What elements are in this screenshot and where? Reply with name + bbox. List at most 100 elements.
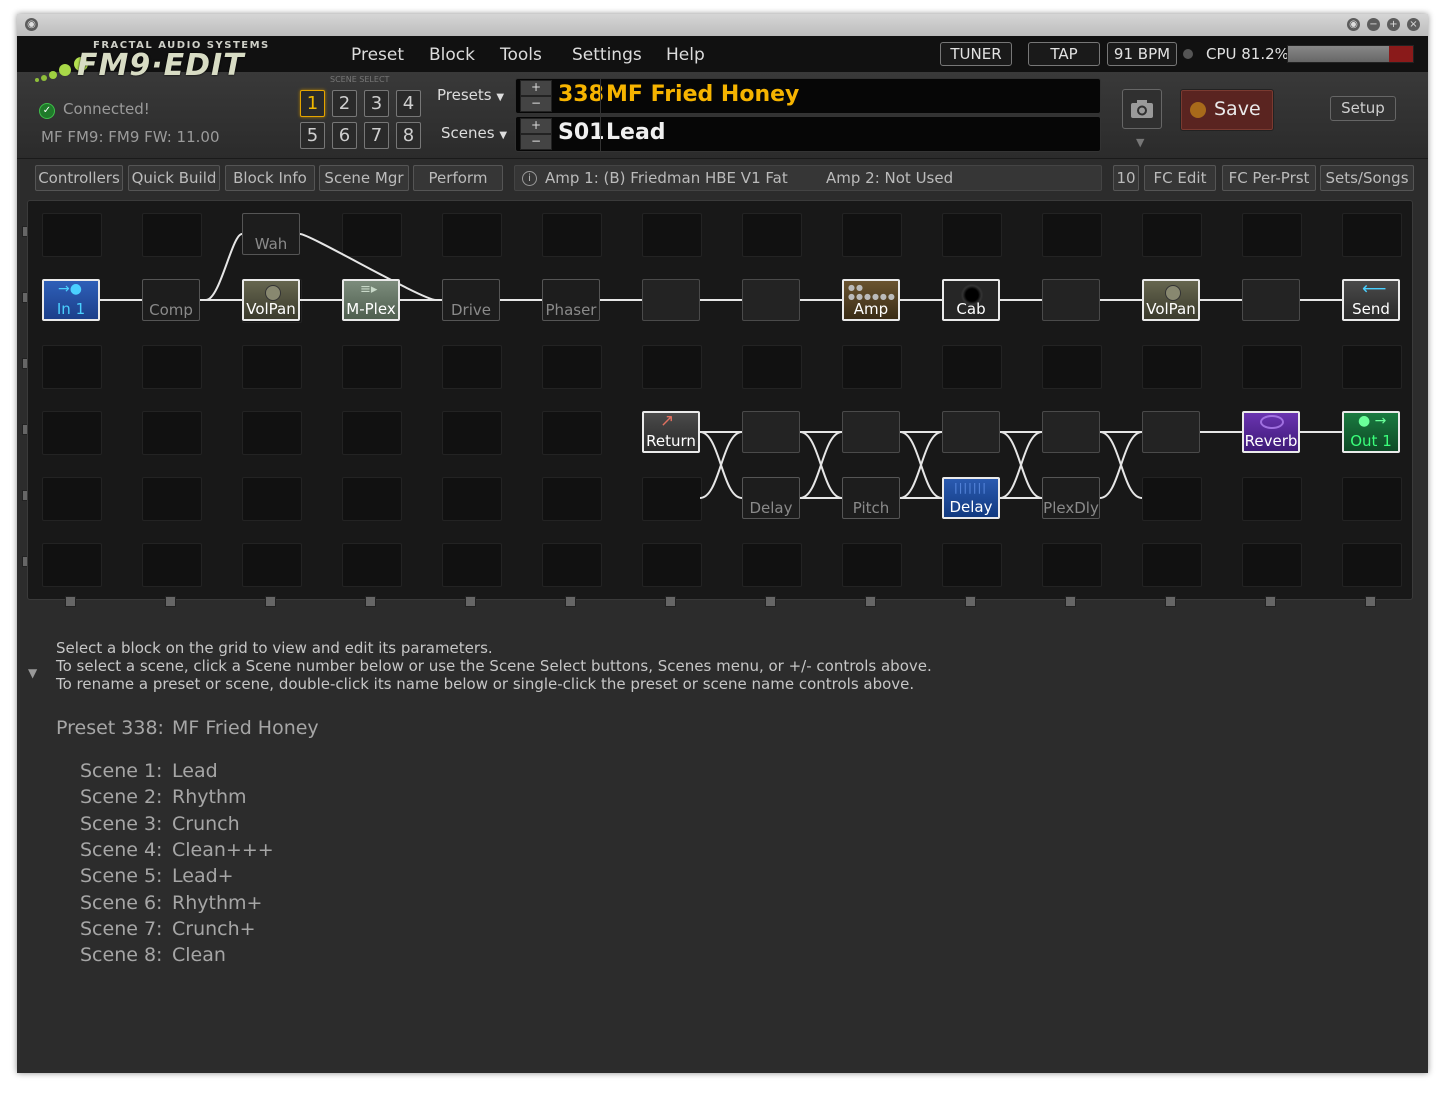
tab-block-info[interactable]: Block Info (225, 165, 315, 191)
scene-list-label[interactable]: Scene 7: (80, 918, 162, 940)
column-handle[interactable] (1165, 596, 1176, 607)
block-delay-2[interactable]: ||||||| Delay (942, 477, 1000, 519)
help-window-icon[interactable]: ◉ (1347, 18, 1360, 31)
shunt-block[interactable] (842, 411, 900, 453)
scene-list-name[interactable]: Clean (172, 944, 226, 966)
scene-name[interactable]: Lead (606, 120, 666, 145)
block-return[interactable]: ↗ Return (642, 411, 700, 453)
scene-list-name[interactable]: Lead+ (172, 865, 234, 887)
column-handle[interactable] (65, 596, 76, 607)
block-reverb[interactable]: Reverb (1242, 411, 1300, 453)
block-comp[interactable]: Comp (142, 279, 200, 321)
block-amp[interactable]: ●● ●●●●●● Amp (842, 279, 900, 321)
menu-block[interactable]: Block (429, 45, 475, 65)
scene-button-3[interactable]: 3 (364, 90, 389, 117)
scenes-dropdown[interactable]: Scenes ▼ (441, 124, 507, 142)
block-volpan-1[interactable]: VolPan (242, 279, 300, 321)
shunt-block[interactable] (942, 411, 1000, 453)
tuner-button[interactable]: TUNER (940, 42, 1012, 66)
tab-controllers[interactable]: Controllers (35, 165, 123, 191)
scene-button-7[interactable]: 7 (364, 122, 389, 149)
scene-list-label[interactable]: Scene 5: (80, 865, 162, 887)
block-multiplexer[interactable]: ≡▸ M-Plex (342, 279, 400, 321)
shunt-block[interactable] (1242, 279, 1300, 321)
tab-quick-build[interactable]: Quick Build (128, 165, 220, 191)
block-cab[interactable]: Cab (942, 279, 1000, 321)
scene-list-name[interactable]: Rhythm+ (172, 892, 262, 914)
scene-list-name[interactable]: Clean+++ (172, 839, 274, 861)
scene-list-label[interactable]: Scene 3: (80, 813, 162, 835)
preset-decrement-button[interactable]: − (520, 96, 552, 112)
scene-list-label[interactable]: Scene 6: (80, 892, 162, 914)
snapshot-button[interactable] (1122, 89, 1162, 129)
column-handle[interactable] (1265, 596, 1276, 607)
bpm-display[interactable]: 91 BPM (1107, 42, 1177, 66)
maximize-icon[interactable]: + (1387, 18, 1400, 31)
block-drive[interactable]: Drive (442, 279, 500, 321)
presets-dropdown[interactable]: Presets ▼ (437, 86, 504, 104)
column-handle[interactable] (165, 596, 176, 607)
tab-scene-mgr[interactable]: Scene Mgr (319, 165, 409, 191)
shunt-block[interactable] (1142, 411, 1200, 453)
scene-list-name[interactable]: Lead (172, 760, 218, 782)
scene-button-4[interactable]: 4 (396, 90, 421, 117)
column-handle[interactable] (965, 596, 976, 607)
snapshot-dropdown-icon[interactable]: ▼ (1136, 136, 1144, 149)
setup-button[interactable]: Setup (1330, 96, 1396, 121)
save-button[interactable]: Save (1180, 89, 1274, 131)
column-handle[interactable] (365, 596, 376, 607)
menu-tools[interactable]: Tools (500, 45, 542, 65)
scene-display[interactable]: + − S01 Lead (515, 116, 1101, 152)
scene-button-2[interactable]: 2 (332, 90, 357, 117)
shunt-block[interactable] (742, 279, 800, 321)
block-pitch[interactable]: Pitch (842, 477, 900, 519)
column-handle[interactable] (1065, 596, 1076, 607)
menu-help[interactable]: Help (666, 45, 705, 65)
routing-grid[interactable]: →● In 1 Comp Wah VolPan ≡▸ M-Plex Drive … (27, 200, 1413, 600)
tap-tempo-button[interactable]: TAP (1028, 42, 1100, 66)
scene-list-name[interactable]: Crunch (172, 813, 240, 835)
scene-list-label[interactable]: Scene 4: (80, 839, 162, 861)
block-phaser[interactable]: Phaser (542, 279, 600, 321)
block-input-1[interactable]: →● In 1 (42, 279, 100, 321)
collapse-help-icon[interactable]: ▼ (28, 666, 37, 680)
shunt-block[interactable] (642, 279, 700, 321)
scene-increment-button[interactable]: + (520, 118, 552, 134)
shunt-block[interactable] (742, 411, 800, 453)
column-handle[interactable] (565, 596, 576, 607)
shunt-block[interactable] (1042, 411, 1100, 453)
block-wah[interactable]: Wah (242, 213, 300, 255)
scene-list-name[interactable]: Rhythm (172, 786, 247, 808)
column-handle[interactable] (465, 596, 476, 607)
scene-list-label[interactable]: Scene 8: (80, 944, 162, 966)
column-handle[interactable] (865, 596, 876, 607)
preset-info-name[interactable]: MF Fried Honey (172, 717, 319, 739)
menu-settings[interactable]: Settings (572, 45, 642, 65)
tab-sets-songs[interactable]: Sets/Songs (1320, 165, 1414, 191)
scene-decrement-button[interactable]: − (520, 134, 552, 150)
shunt-block[interactable] (1042, 279, 1100, 321)
block-delay-1[interactable]: Delay (742, 477, 800, 519)
block-send[interactable]: ⟵ Send (1342, 279, 1400, 321)
scene-list-label[interactable]: Scene 2: (80, 786, 162, 808)
app-menu-icon[interactable]: ◉ (25, 18, 38, 31)
block-volpan-2[interactable]: VolPan (1142, 279, 1200, 321)
scene-list-label[interactable]: Scene 1: (80, 760, 162, 782)
column-handle[interactable] (765, 596, 776, 607)
preset-increment-button[interactable]: + (520, 80, 552, 96)
close-icon[interactable]: × (1407, 18, 1420, 31)
scene-button-5[interactable]: 5 (300, 122, 325, 149)
scene-list-name[interactable]: Crunch+ (172, 918, 256, 940)
preset-display[interactable]: + − 338 MF Fried Honey (515, 78, 1101, 114)
scene-button-8[interactable]: 8 (396, 122, 421, 149)
block-plexdly[interactable]: PlexDly (1042, 477, 1100, 519)
column-handle[interactable] (665, 596, 676, 607)
preset-name[interactable]: MF Fried Honey (606, 82, 799, 107)
column-handle[interactable] (1365, 596, 1376, 607)
tab-fc-per-preset[interactable]: FC Per-Prst (1222, 165, 1316, 191)
column-handle[interactable] (265, 596, 276, 607)
scene-button-1[interactable]: 1 (300, 90, 325, 117)
tab-perform[interactable]: Perform (413, 165, 503, 191)
scene-button-6[interactable]: 6 (332, 122, 357, 149)
tab-fc-edit[interactable]: FC Edit (1144, 165, 1216, 191)
